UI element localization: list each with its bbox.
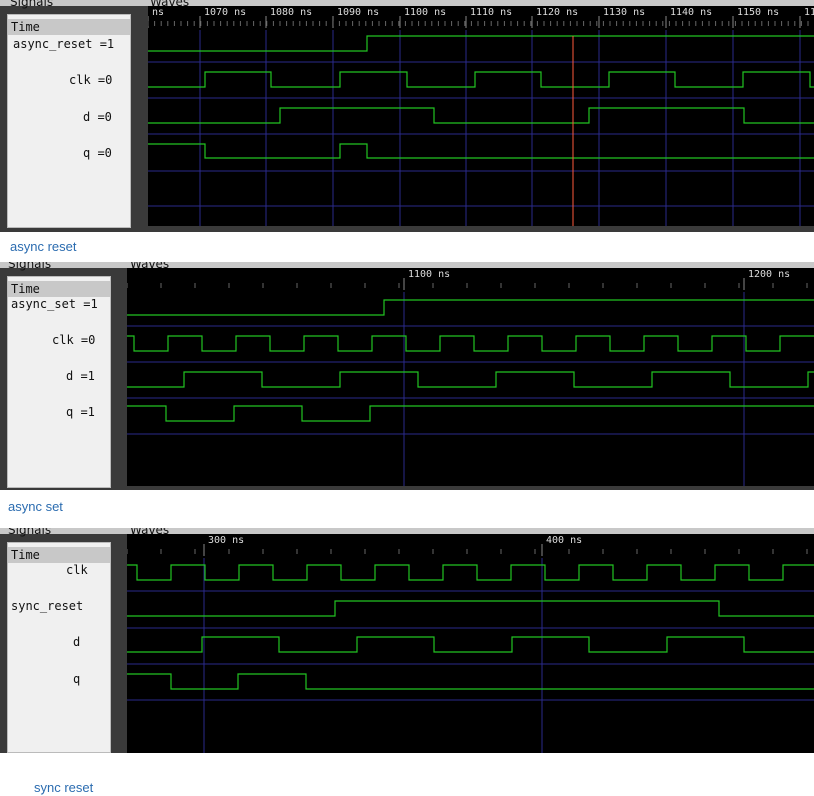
time-ruler: 300 ns 400 ns <box>127 535 808 556</box>
signal-q[interactable]: q =0 <box>83 146 112 160</box>
signal-d[interactable]: d <box>73 635 80 649</box>
waveform-canvas: ns 1070 ns 1080 ns 1090 ns 1100 ns 1110 ns 112… <box>148 7 814 226</box>
signal-traces <box>148 35 814 159</box>
tick-label: 1090 ns <box>337 7 379 18</box>
tick-label: 1070 ns <box>204 7 246 18</box>
signals-header: Signals <box>10 0 54 9</box>
tick-label: ns <box>152 7 164 18</box>
time-label: Time <box>8 281 110 297</box>
time-label: Time <box>8 19 130 35</box>
trace-async-set <box>127 299 814 316</box>
signal-d[interactable]: d =1 <box>66 369 95 383</box>
tick-label: 300 ns <box>208 535 244 546</box>
time-label: Time <box>8 547 110 563</box>
tick-label: 1110 ns <box>470 7 512 18</box>
trace-q <box>127 673 814 690</box>
signals-pane[interactable]: Time clk sync_reset d q <box>7 542 111 753</box>
grid-lines <box>127 558 814 753</box>
waveform-canvas: 300 ns 400 ns <box>127 535 814 753</box>
grid-lines <box>148 30 814 226</box>
trace-q <box>127 405 814 422</box>
tick-label: 1130 ns <box>603 7 645 18</box>
signal-clk[interactable]: clk =0 <box>69 73 112 87</box>
waveform-panel-async-reset: Signals Waves Time async_reset =1 clk =0… <box>0 0 814 232</box>
tick-label: 1150 ns <box>737 7 779 18</box>
tick-label: 1160 n <box>804 7 814 18</box>
signal-clk[interactable]: clk <box>66 563 88 577</box>
tick-label: 1140 ns <box>670 7 712 18</box>
signals-header: Signals <box>8 262 52 271</box>
signal-traces <box>127 299 814 422</box>
waveform-panel-sync-reset: Signals Waves Time clk sync_reset d q 30… <box>0 528 814 753</box>
tick-label: 400 ns <box>546 535 582 546</box>
trace-d <box>127 371 814 388</box>
signal-q[interactable]: q <box>73 672 80 686</box>
caption-sync-reset: sync reset <box>34 780 94 795</box>
trace-clk <box>127 335 814 352</box>
tick-label: 1080 ns <box>270 7 312 18</box>
trace-sync-reset <box>127 600 814 617</box>
signal-sync-reset[interactable]: sync_reset <box>11 599 83 613</box>
trace-clk <box>127 564 814 581</box>
waveform-canvas: 1100 ns 1200 ns <box>127 269 814 486</box>
signal-async-set[interactable]: async_set =1 <box>11 297 98 311</box>
signal-clk[interactable]: clk =0 <box>52 333 95 347</box>
signals-pane[interactable]: Time async_set =1 clk =0 d =1 q =1 <box>7 276 111 488</box>
signals-pane[interactable]: Time async_reset =1 clk =0 d =0 q =0 <box>7 14 131 228</box>
waves-pane[interactable]: 300 ns 400 ns <box>127 534 814 753</box>
waves-pane[interactable]: ns 1070 ns 1080 ns 1090 ns 1100 ns 1110 ns 112… <box>148 6 814 226</box>
time-ruler: 1100 ns 1200 ns <box>127 269 808 290</box>
trace-clk <box>148 71 814 88</box>
tick-label: 1200 ns <box>748 269 790 280</box>
tick-label: 1100 ns <box>408 269 450 280</box>
signal-traces <box>127 564 814 690</box>
tick-label: 1100 ns <box>404 7 446 18</box>
trace-d <box>127 636 814 653</box>
waveform-panel-async-set: Signals Waves Time async_set =1 clk =0 d… <box>0 262 814 490</box>
waves-pane[interactable]: 1100 ns 1200 ns <box>127 268 814 486</box>
signal-async-reset[interactable]: async_reset =1 <box>13 37 114 51</box>
caption-async-reset: async reset <box>10 239 77 254</box>
trace-d <box>148 107 814 124</box>
signal-d[interactable]: d =0 <box>83 110 112 124</box>
grid-lines <box>127 292 814 486</box>
signals-header: Signals <box>8 528 52 537</box>
trace-q <box>148 143 814 159</box>
caption-async-set: async set <box>8 499 63 514</box>
tick-label: 1120 ns <box>536 7 578 18</box>
trace-async-reset <box>148 35 814 52</box>
time-ruler: ns 1070 ns 1080 ns 1090 ns 1100 ns 1110 ns 112… <box>148 7 814 28</box>
signal-q[interactable]: q =1 <box>66 405 95 419</box>
